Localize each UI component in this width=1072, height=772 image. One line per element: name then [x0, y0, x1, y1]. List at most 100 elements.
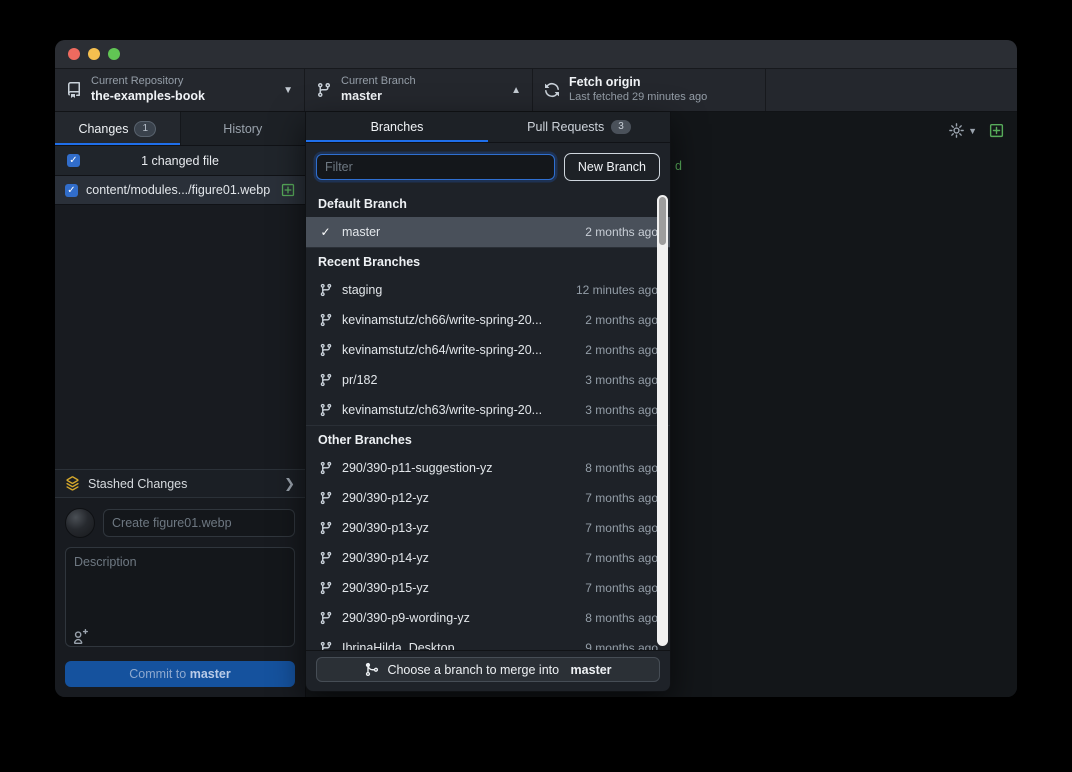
branch-row[interactable]: ✓ kevinamstutz/ch63/write-spring-20... 3…: [306, 395, 670, 425]
repo-icon: [66, 82, 82, 98]
branch-time: 8 months ago: [585, 611, 658, 625]
gear-icon[interactable]: [949, 123, 964, 138]
tab-pull-requests[interactable]: Pull Requests 3: [488, 112, 670, 142]
popover-tabs: Branches Pull Requests 3: [306, 112, 670, 143]
branch-row[interactable]: ✓ IbrinaHilda_Desktop 9 months ago: [306, 633, 670, 650]
branch-row[interactable]: ✓ staging 12 minutes ago: [306, 275, 670, 305]
git-merge-icon: [364, 662, 379, 677]
current-repository-button[interactable]: Current Repository the-examples-book ▼: [55, 69, 305, 111]
branch-group-rows: ✓ master 2 months ago: [306, 217, 670, 247]
branch-group-rows: ✓ 290/390-p11-suggestion-yz 8 months ago…: [306, 453, 670, 650]
branch-time: 9 months ago: [585, 641, 658, 650]
branch-time: 2 months ago: [585, 343, 658, 357]
git-branch-icon: [318, 581, 333, 595]
branch-name: pr/182: [342, 373, 377, 387]
sync-icon: [544, 82, 560, 98]
current-branch-label: Current Branch: [341, 75, 416, 89]
app-window: Current Repository the-examples-book ▼ C…: [55, 40, 1017, 697]
branch-group-title: Other Branches: [306, 426, 670, 453]
git-branch-icon: [318, 403, 333, 417]
window-titlebar: [55, 40, 1017, 69]
choose-branch-to-merge-button[interactable]: Choose a branch to merge into master: [316, 657, 660, 682]
branch-row[interactable]: ✓ kevinamstutz/ch66/write-spring-20... 2…: [306, 305, 670, 335]
pull-requests-count-badge: 3: [611, 120, 631, 134]
scrollbar-thumb[interactable]: [659, 197, 666, 245]
add-coauthor-icon[interactable]: [73, 629, 88, 644]
diff-added-icon: [281, 183, 295, 197]
maximize-window-button[interactable]: [108, 48, 120, 60]
stashed-changes-label: Stashed Changes: [88, 477, 187, 491]
branch-name: master: [342, 225, 380, 239]
changed-files-summary-row: ✓ 1 changed file: [55, 146, 305, 176]
fetch-origin-button[interactable]: Fetch origin Last fetched 29 minutes ago: [533, 69, 766, 111]
branch-row[interactable]: ✓ 290/390-p9-wording-yz 8 months ago: [306, 603, 670, 633]
chevron-up-icon: ▲: [511, 85, 521, 96]
branch-group-rows: ✓ staging 12 minutes ago ✓ kevinamstutz/…: [306, 275, 670, 425]
branch-row[interactable]: ✓ kevinamstutz/ch64/write-spring-20... 2…: [306, 335, 670, 365]
sidebar-empty-area: [55, 205, 305, 469]
changes-sidebar: Changes 1 History ✓ 1 changed file ✓ con…: [55, 112, 306, 697]
branch-time: 7 months ago: [585, 491, 658, 505]
close-window-button[interactable]: [68, 48, 80, 60]
traffic-lights: [68, 48, 120, 60]
changed-files-summary: 1 changed file: [55, 154, 305, 168]
branch-name: 290/390-p11-suggestion-yz: [342, 461, 493, 475]
branch-name: 290/390-p12-yz: [342, 491, 429, 505]
branch-row[interactable]: ✓ 290/390-p11-suggestion-yz 8 months ago: [306, 453, 670, 483]
commit-button[interactable]: Commit to master: [65, 661, 295, 687]
branch-group: Other Branches ✓ 290/390-p11-suggestion-…: [306, 425, 670, 650]
tab-branches-label: Branches: [371, 120, 424, 134]
branch-row[interactable]: ✓ 290/390-p13-yz 7 months ago: [306, 513, 670, 543]
window-body: Changes 1 History ✓ 1 changed file ✓ con…: [55, 112, 1017, 697]
tab-branches[interactable]: Branches: [306, 112, 488, 142]
select-all-checkbox[interactable]: ✓: [67, 154, 80, 167]
changes-count-badge: 1: [134, 121, 156, 137]
changed-file-name: content/modules.../figure01.webp: [86, 183, 270, 197]
branch-name: kevinamstutz/ch66/write-spring-20...: [342, 313, 542, 327]
current-repository-label: Current Repository: [91, 75, 205, 89]
branch-name: 290/390-p9-wording-yz: [342, 611, 470, 625]
current-branch-button[interactable]: Current Branch master ▲: [305, 69, 533, 111]
branch-time: 7 months ago: [585, 521, 658, 535]
branch-time: 2 months ago: [585, 225, 658, 239]
chevron-right-icon: ❯: [284, 476, 295, 492]
branch-groups: Default Branch ✓ master 2 months ago Rec…: [306, 190, 670, 650]
branch-filter-bar: New Branch: [306, 143, 670, 190]
current-branch-value: master: [341, 89, 416, 105]
file-checkbox[interactable]: ✓: [65, 184, 78, 197]
chevron-down-icon[interactable]: ▼: [968, 126, 977, 136]
branches-popover: Branches Pull Requests 3 New Branch Defa…: [305, 112, 671, 692]
branch-group-title: Recent Branches: [306, 248, 670, 275]
git-branch-icon: [318, 373, 333, 387]
chevron-down-icon: ▼: [283, 85, 293, 96]
branch-row[interactable]: ✓ pr/182 3 months ago: [306, 365, 670, 395]
git-branch-icon: [318, 521, 333, 535]
desktop-background: { "colors": { "accent_blue": "#1f6feb", …: [0, 0, 1072, 772]
minimize-window-button[interactable]: [88, 48, 100, 60]
branch-time: 3 months ago: [585, 403, 658, 417]
branch-row[interactable]: ✓ master 2 months ago: [306, 217, 670, 247]
clipped-background-text: d: [675, 159, 682, 173]
branch-row[interactable]: ✓ 290/390-p12-yz 7 months ago: [306, 483, 670, 513]
tab-changes[interactable]: Changes 1: [55, 112, 181, 145]
branch-row[interactable]: ✓ 290/390-p14-yz 7 months ago: [306, 543, 670, 573]
merge-button-prefix: Choose a branch to merge into: [387, 663, 562, 677]
git-branch-icon: [318, 611, 333, 625]
scrollbar-track: [657, 195, 668, 646]
current-repository-value: the-examples-book: [91, 89, 205, 105]
commit-description-input[interactable]: [65, 547, 295, 647]
changed-file-row[interactable]: ✓ content/modules.../figure01.webp: [55, 176, 305, 205]
git-branch-icon: [316, 82, 332, 98]
tab-history[interactable]: History: [181, 112, 306, 145]
diff-added-icon: [989, 123, 1004, 138]
git-branch-icon: [318, 461, 333, 475]
commit-summary-input[interactable]: [103, 509, 295, 537]
new-branch-button[interactable]: New Branch: [564, 153, 660, 181]
commit-button-prefix: Commit to: [129, 667, 189, 681]
branch-name: 290/390-p14-yz: [342, 551, 429, 565]
stashed-changes-row[interactable]: Stashed Changes ❯: [55, 469, 305, 498]
branch-name: 290/390-p15-yz: [342, 581, 429, 595]
branch-row[interactable]: ✓ 290/390-p15-yz 7 months ago: [306, 573, 670, 603]
branch-time: 8 months ago: [585, 461, 658, 475]
branch-filter-input[interactable]: [316, 154, 555, 180]
